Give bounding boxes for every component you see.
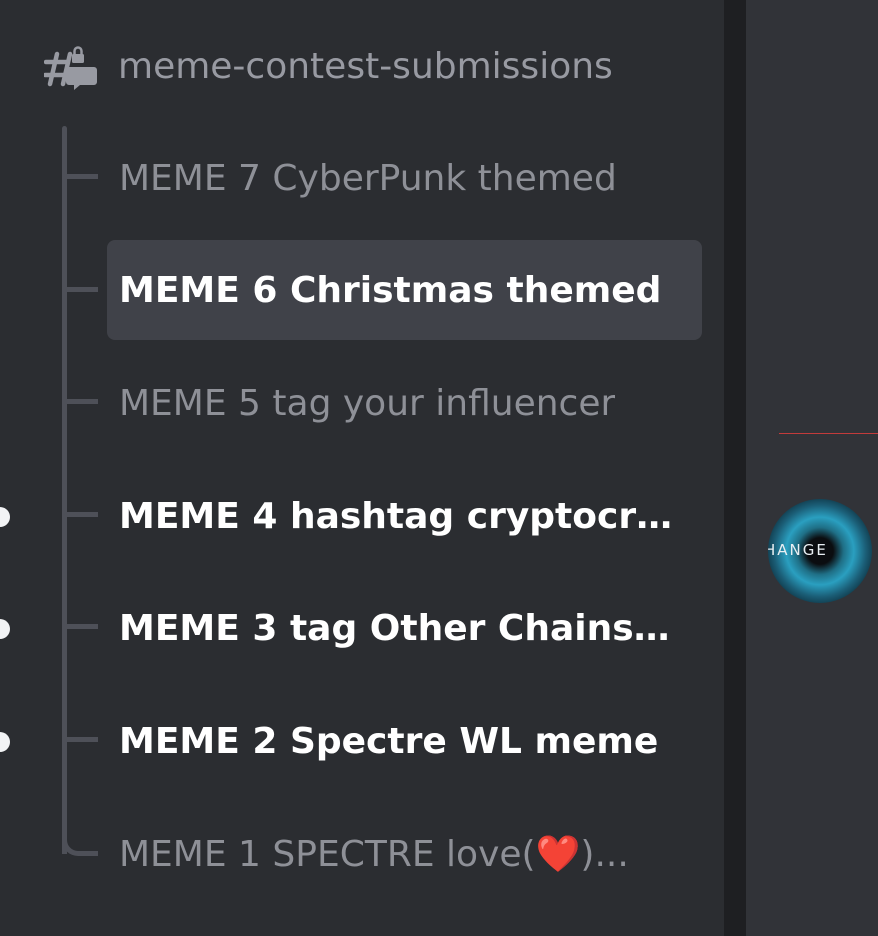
- thread-item-meme-1[interactable]: MEME 1 SPECTRE love(❤️)...: [107, 804, 702, 904]
- thread-label: MEME 2 Spectre WL meme: [119, 720, 659, 762]
- channel-name: meme-contest-submissions: [118, 45, 613, 87]
- new-messages-divider: [779, 433, 878, 434]
- heart-emoji-icon: ❤️: [535, 834, 581, 875]
- thread-label: MEME 4 hashtag cryptocrash: [119, 495, 679, 537]
- thread-branch: [67, 512, 98, 517]
- locked-thread-channel-icon: [44, 40, 100, 92]
- thread-tree-spine: [62, 126, 67, 854]
- thread-label: MEME 7 CyberPunk themed: [119, 157, 617, 199]
- channel-sidebar: meme-contest-submissions MEME 7 CyberPun…: [0, 0, 724, 936]
- thread-label: MEME 5 tag your influencer: [119, 382, 616, 424]
- unread-indicator: [0, 507, 10, 527]
- unread-indicator: [0, 732, 10, 752]
- chat-panel: HANGE: [746, 0, 878, 936]
- thread-tree-end: [62, 826, 98, 856]
- thread-label-suffix: )...: [580, 834, 629, 875]
- thread-branch: [67, 399, 98, 404]
- thread-label: MEME 6 Christmas themed: [119, 269, 662, 311]
- panel-divider: [724, 0, 746, 936]
- thread-branch: [67, 174, 98, 179]
- avatar-text: HANGE: [768, 541, 828, 559]
- thread-label-prefix: MEME 1 SPECTRE love(: [119, 834, 536, 875]
- thread-item-meme-7[interactable]: MEME 7 CyberPunk themed: [107, 128, 702, 228]
- thread-item-meme-6[interactable]: MEME 6 Christmas themed: [107, 240, 702, 340]
- thread-item-meme-5[interactable]: MEME 5 tag your influencer: [107, 353, 702, 453]
- thread-label: MEME 1 SPECTRE love(❤️)...: [119, 833, 629, 875]
- thread-label: MEME 3 tag Other Chains je...: [119, 607, 679, 649]
- thread-branch: [67, 737, 98, 742]
- thread-item-meme-2[interactable]: MEME 2 Spectre WL meme: [107, 691, 702, 791]
- channel-header[interactable]: meme-contest-submissions: [44, 40, 613, 92]
- unread-indicator: [0, 619, 10, 639]
- thread-item-meme-3[interactable]: MEME 3 tag Other Chains je...: [107, 578, 702, 678]
- thread-branch: [67, 624, 98, 629]
- thread-item-meme-4[interactable]: MEME 4 hashtag cryptocrash: [107, 466, 702, 566]
- thread-branch: [67, 287, 98, 292]
- eye-avatar[interactable]: HANGE: [768, 499, 872, 603]
